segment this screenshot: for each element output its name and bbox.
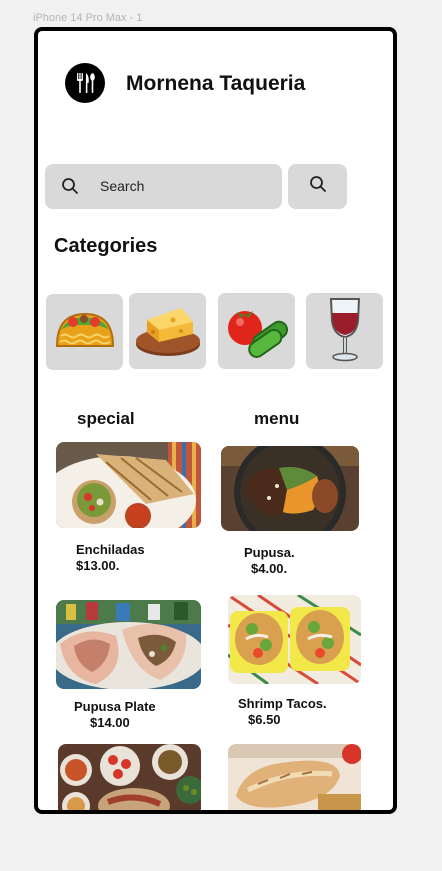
search-button[interactable] [288, 164, 347, 209]
search-icon [309, 175, 327, 198]
item-image-pupusa[interactable] [221, 446, 359, 531]
item-image-pupusa-plate[interactable] [56, 600, 201, 689]
search-input[interactable] [100, 175, 270, 197]
item-name: Pupusa Plate [74, 699, 156, 714]
tomato-cucumber-icon [223, 298, 291, 365]
item-image-shrimp-tacos[interactable] [228, 595, 361, 684]
item-price: $13.00. [76, 558, 120, 573]
item-price: $14.00 [90, 715, 130, 730]
item-name: Pupusa. [244, 545, 295, 560]
category-taco[interactable] [46, 294, 123, 370]
search-bar [45, 164, 282, 209]
item-name: Shrimp Tacos. [238, 696, 327, 711]
wine-glass-icon [325, 295, 365, 368]
item-image-bread[interactable] [228, 744, 361, 810]
item-name: Enchiladas [76, 542, 145, 557]
item-image-platter[interactable] [58, 744, 201, 810]
search-icon [61, 177, 79, 200]
taco-icon [51, 306, 119, 359]
item-price: $6.50 [248, 712, 281, 727]
phone-frame: Mornena Taqueria Categories [34, 27, 397, 814]
frame-label: iPhone 14 Pro Max - 1 [33, 12, 143, 24]
item-image-enchiladas[interactable] [56, 442, 201, 528]
fork-knife-spoon-icon [65, 63, 105, 103]
cheese-icon [133, 298, 203, 365]
column-heading-menu: menu [254, 409, 300, 428]
column-heading-special: special [77, 409, 135, 428]
category-vegetables[interactable] [218, 293, 295, 369]
category-wine[interactable] [306, 293, 383, 369]
categories-title: Categories [54, 235, 158, 257]
item-price: $4.00. [251, 561, 288, 576]
category-cheese[interactable] [129, 293, 206, 369]
app-title: Mornena Taqueria [126, 72, 306, 95]
